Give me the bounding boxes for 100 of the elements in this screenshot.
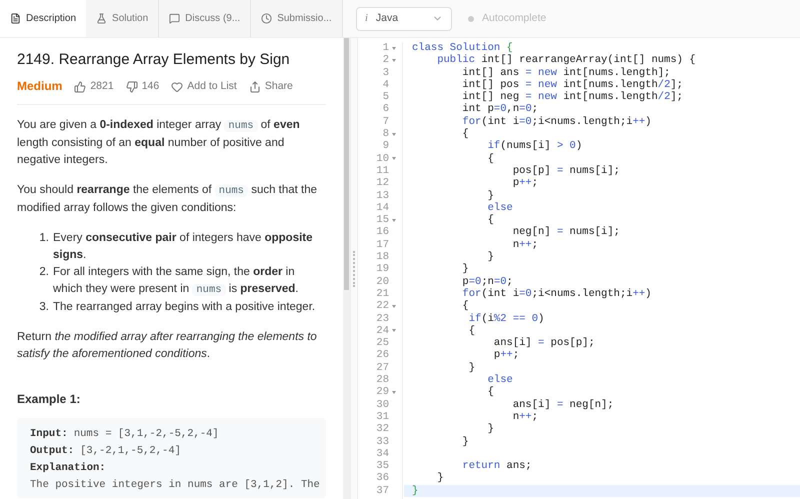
code-line: n++; [512, 238, 538, 252]
code-line: } [468, 362, 476, 374]
line-number: 25 [376, 337, 389, 350]
line-number: 20 [376, 276, 389, 288]
document-icon [10, 13, 21, 24]
list-item-text: For all integers with the same sign, the order in which they were present in nums is preserved. [53, 265, 300, 298]
line-number: 34 [376, 448, 389, 460]
line-number: 11 [376, 164, 389, 178]
line-number: 2 [382, 54, 389, 67]
difficulty-label: Medium [17, 78, 62, 95]
line-number: 35 [376, 460, 389, 472]
example-label: Input: [30, 427, 68, 442]
line-number: 33 [376, 436, 389, 448]
example-title: Example 1: [17, 391, 82, 408]
list-number: 1. [38, 231, 49, 246]
code-line: ans[i] = neg[n]; [512, 398, 614, 411]
fold-caret-icon[interactable] [392, 304, 396, 308]
line-number: 31 [376, 410, 389, 424]
tab[interactable]: Solution [86, 0, 160, 37]
code-line: p=0;n=0; [461, 276, 513, 288]
description-paragraph: You should rearrange the elements of nums such that the modified array follows the given conditions: [17, 183, 318, 216]
code-line: { [486, 152, 494, 165]
line-number: 30 [376, 398, 389, 411]
line-number: 24 [376, 324, 389, 338]
example-label: Explanation: [30, 461, 106, 476]
like-count: 2821 [90, 79, 114, 94]
fold-caret-icon[interactable] [392, 58, 396, 62]
line-number: 37 [376, 484, 389, 497]
line-number: 16 [376, 226, 389, 239]
code-line: pos[p] = nums[i]; [512, 164, 620, 178]
line-number: 3 [382, 66, 389, 79]
code-line: int p=0,n=0; [461, 103, 538, 116]
fold-caret-icon[interactable] [392, 390, 396, 394]
heart-icon [171, 80, 184, 92]
thumbs-up-icon[interactable] [74, 80, 86, 92]
code-line: { [461, 128, 469, 140]
fold-caret-icon[interactable] [392, 46, 396, 50]
line-number: 10 [376, 152, 389, 165]
line-number: 5 [382, 91, 389, 104]
thumbs-down-icon[interactable] [126, 80, 138, 92]
scrollbar-thumb[interactable] [344, 38, 349, 290]
code-line: } [436, 472, 444, 485]
code-line: ans[i] = pos[p]; [492, 337, 595, 350]
code-line: } [412, 484, 418, 497]
fold-caret-icon[interactable] [392, 132, 396, 136]
code-line: neg[n] = nums[i]; [512, 226, 620, 239]
share-icon [248, 80, 261, 92]
code-line: int[] ans = new int[nums.length]; [461, 66, 670, 79]
list-item-text: The rearranged array begins with a positive integer. [53, 300, 316, 315]
code-line: for(int i=0;i<nums.length;i++) [461, 116, 652, 128]
line-number: 27 [376, 362, 389, 374]
line-number: 19 [376, 263, 389, 276]
line-number: 1 [382, 42, 389, 54]
code-line: p++; [492, 349, 520, 362]
line-number: 9 [382, 140, 389, 153]
description-paragraph: You are given a 0-indexed integer array nums of even length consisting of an equal number of positive and negative integers. [17, 118, 301, 168]
code-line: else [486, 374, 513, 386]
code-line: { [486, 386, 494, 399]
tab[interactable]: Submissio... [251, 0, 343, 37]
line-number: 26 [376, 349, 389, 362]
clock-icon [261, 13, 272, 24]
code-line: { [461, 300, 469, 313]
line-number: 23 [376, 312, 389, 325]
code-line: for(int i=0;i<nums.length;i++) [461, 288, 652, 300]
fold-caret-icon[interactable] [392, 157, 396, 160]
line-number: 12 [376, 177, 389, 190]
line-number: 36 [376, 472, 389, 485]
example-value: [3,-2,1,-5,2,-4] [80, 444, 181, 459]
example-value: The positive integers in nums are [3,1,2]. The [30, 478, 320, 493]
code-line: p++; [512, 177, 538, 190]
share-link[interactable]: Share [248, 78, 293, 95]
code-line: int[] neg = new int[nums.length/2]; [461, 91, 683, 104]
resize-handle[interactable] [353, 250, 355, 286]
example-value: nums = [3,1,-2,-5,2,-4] [74, 427, 219, 442]
add-to-list-link[interactable]: Add to List [171, 78, 237, 95]
language-select[interactable]: i Java [356, 6, 452, 30]
fold-caret-icon[interactable] [392, 329, 396, 332]
line-number: 32 [376, 423, 389, 436]
code-line: else [486, 202, 513, 214]
code-line: n++; [512, 410, 538, 424]
line-number: 8 [382, 128, 389, 140]
code-line: public int[] rearrangeArray(int[] nums) { [436, 54, 696, 67]
code-line: } [486, 190, 494, 202]
code-line: if(nums[i] > 0) [486, 140, 582, 153]
tab[interactable]: Discuss (9... [159, 0, 252, 37]
list-number: 3. [38, 300, 49, 315]
fold-caret-icon[interactable] [392, 218, 396, 222]
line-number: 7 [382, 116, 389, 128]
code-line: } [486, 251, 494, 264]
tab[interactable]: Description [0, 0, 86, 37]
line-number: 22 [376, 300, 389, 313]
code-line: { [486, 214, 494, 226]
line-number: 21 [376, 288, 389, 300]
line-number: 14 [376, 202, 389, 214]
dislike-count: 146 [142, 79, 160, 94]
example-label: Output: [30, 444, 74, 459]
flask-icon [96, 13, 108, 24]
code-line: return ans; [461, 460, 532, 472]
info-icon: i [365, 10, 368, 26]
list-number: 2. [38, 265, 49, 280]
